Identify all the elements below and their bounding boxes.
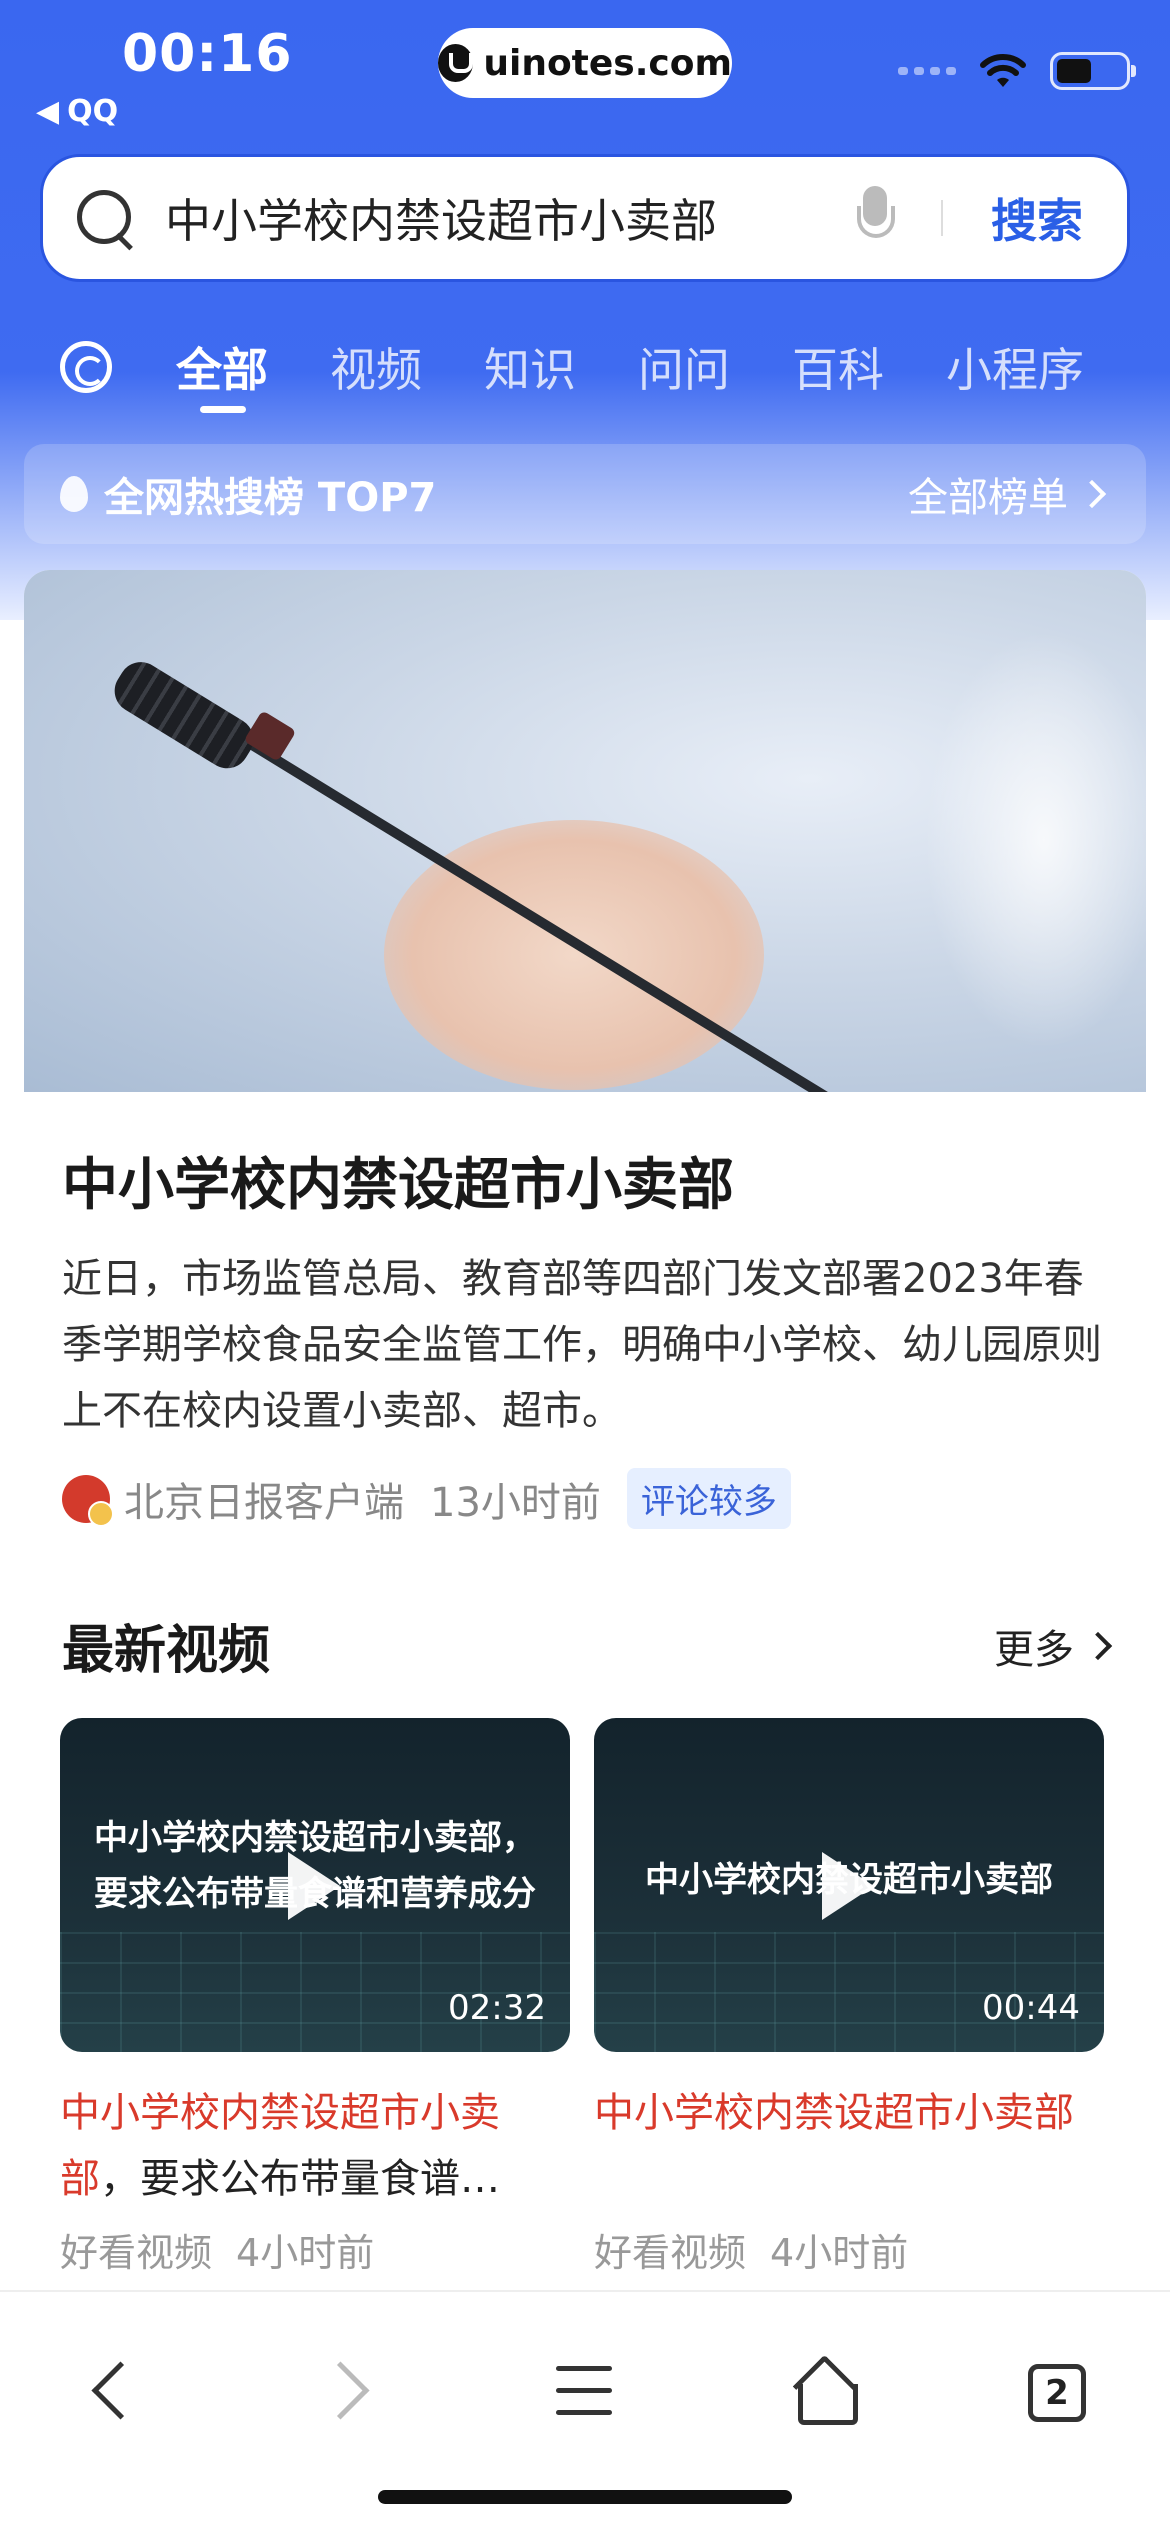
video-meta: 好看视频 4小时前 (594, 2222, 1104, 2277)
hero-image[interactable] (24, 570, 1146, 1092)
video-duration: 00:44 (982, 1988, 1080, 2028)
status-bar: 00:16 ◀ QQ uinotes.com (0, 0, 1170, 140)
more-videos-link[interactable]: 更多 (994, 1617, 1074, 1675)
all-rankings-link[interactable]: 全部榜单 (908, 465, 1068, 523)
mic-icon[interactable] (855, 186, 895, 250)
back-app-label: QQ (67, 94, 119, 129)
tab-knowledge[interactable]: 知识 (484, 334, 576, 400)
tab-miniprogram[interactable]: 小程序 (946, 334, 1084, 400)
url-text: uinotes.com (483, 42, 732, 84)
tabs-icon[interactable]: 2 (1028, 2364, 1086, 2422)
back-icon[interactable] (70, 2352, 150, 2432)
search-bar[interactable]: 中小学校内禁设超市小卖部 搜索 (40, 154, 1130, 282)
back-to-app[interactable]: ◀ QQ (36, 94, 118, 129)
play-icon[interactable] (822, 1852, 874, 1920)
tab-baike[interactable]: 百科 (792, 334, 884, 400)
battery-icon (1050, 52, 1136, 90)
site-logo-icon (438, 44, 474, 82)
article-source[interactable]: 北京日报客户端 (124, 1470, 404, 1528)
forward-icon[interactable] (308, 2352, 388, 2432)
search-tabs: 全部 视频 知识 问问 百科 小程序 (0, 312, 1170, 422)
search-icon (71, 184, 139, 252)
comment-badge: 评论较多 (626, 1468, 791, 1529)
home-indicator (378, 2490, 792, 2504)
article-source-row: 北京日报客户端 13小时前 评论较多 (62, 1468, 791, 1529)
videos-section-title: 最新视频 (62, 1621, 271, 1681)
lens-icon[interactable] (60, 341, 112, 393)
cellular-signal-icon (898, 67, 956, 75)
video-time: 4小时前 (236, 2231, 375, 2275)
back-triangle-icon: ◀ (36, 94, 60, 129)
video-card[interactable]: 中小学校内禁设超市小卖部 00:44 中小学校内禁设超市小卖部 好看视频 4小时… (594, 1718, 1104, 2277)
divider (941, 200, 943, 236)
source-avatar (62, 1474, 114, 1527)
flame-icon (60, 476, 88, 512)
hot-search-title: 全网热搜榜 TOP7 (104, 475, 437, 521)
wifi-icon (980, 54, 1026, 87)
video-title[interactable]: 中小学校内禁设超市小卖部，要求公布带量食谱… (60, 2080, 570, 2212)
video-title[interactable]: 中小学校内禁设超市小卖部 (594, 2080, 1104, 2212)
video-source: 好看视频 (60, 2231, 213, 2275)
video-source: 好看视频 (594, 2231, 747, 2275)
status-time: 00:16 (122, 24, 293, 84)
video-thumbnail[interactable]: 中小学校内禁设超市小卖部 00:44 (594, 1718, 1104, 2052)
tab-video[interactable]: 视频 (330, 334, 422, 400)
video-carousel[interactable]: 中小学校内禁设超市小卖部，要求公布带量食谱和营养成分 02:32 中小学校内禁设… (60, 1718, 1146, 2288)
video-card[interactable]: 中小学校内禁设超市小卖部，要求公布带量食谱和营养成分 02:32 中小学校内禁设… (60, 1718, 570, 2277)
video-duration: 02:32 (448, 1988, 546, 2028)
article-summary[interactable]: 近日，市场监管总局、教育部等四部门发文部署2023年春季学期学校食品安全监管工作… (62, 1246, 1112, 1444)
article-title[interactable]: 中小学校内禁设超市小卖部 (62, 1140, 734, 1221)
menu-icon[interactable] (546, 2352, 626, 2432)
chevron-right-icon (1083, 1631, 1113, 1660)
video-thumbnail[interactable]: 中小学校内禁设超市小卖部，要求公布带量食谱和营养成分 02:32 (60, 1718, 570, 2052)
video-time: 4小时前 (770, 2231, 909, 2275)
url-pill[interactable]: uinotes.com (438, 28, 732, 98)
videos-section-header: 最新视频 更多 (62, 1608, 1126, 1683)
search-button[interactable]: 搜索 (991, 185, 1083, 251)
tab-all[interactable]: 全部 (176, 334, 268, 413)
chevron-right-icon (1077, 479, 1107, 509)
home-icon[interactable] (784, 2352, 864, 2432)
video-meta: 好看视频 4小时前 (60, 2222, 570, 2277)
result-card: 中小学校内禁设超市小卖部 近日，市场监管总局、教育部等四部门发文部署2023年春… (24, 570, 1146, 2300)
status-indicators (898, 52, 1136, 90)
article-time: 13小时前 (430, 1479, 601, 1526)
play-icon[interactable] (288, 1852, 340, 1920)
hot-search-bar[interactable]: 全网热搜榜 TOP7 全部榜单 (24, 444, 1146, 544)
search-input[interactable]: 中小学校内禁设超市小卖部 (165, 185, 855, 251)
tab-qa[interactable]: 问问 (638, 334, 730, 400)
